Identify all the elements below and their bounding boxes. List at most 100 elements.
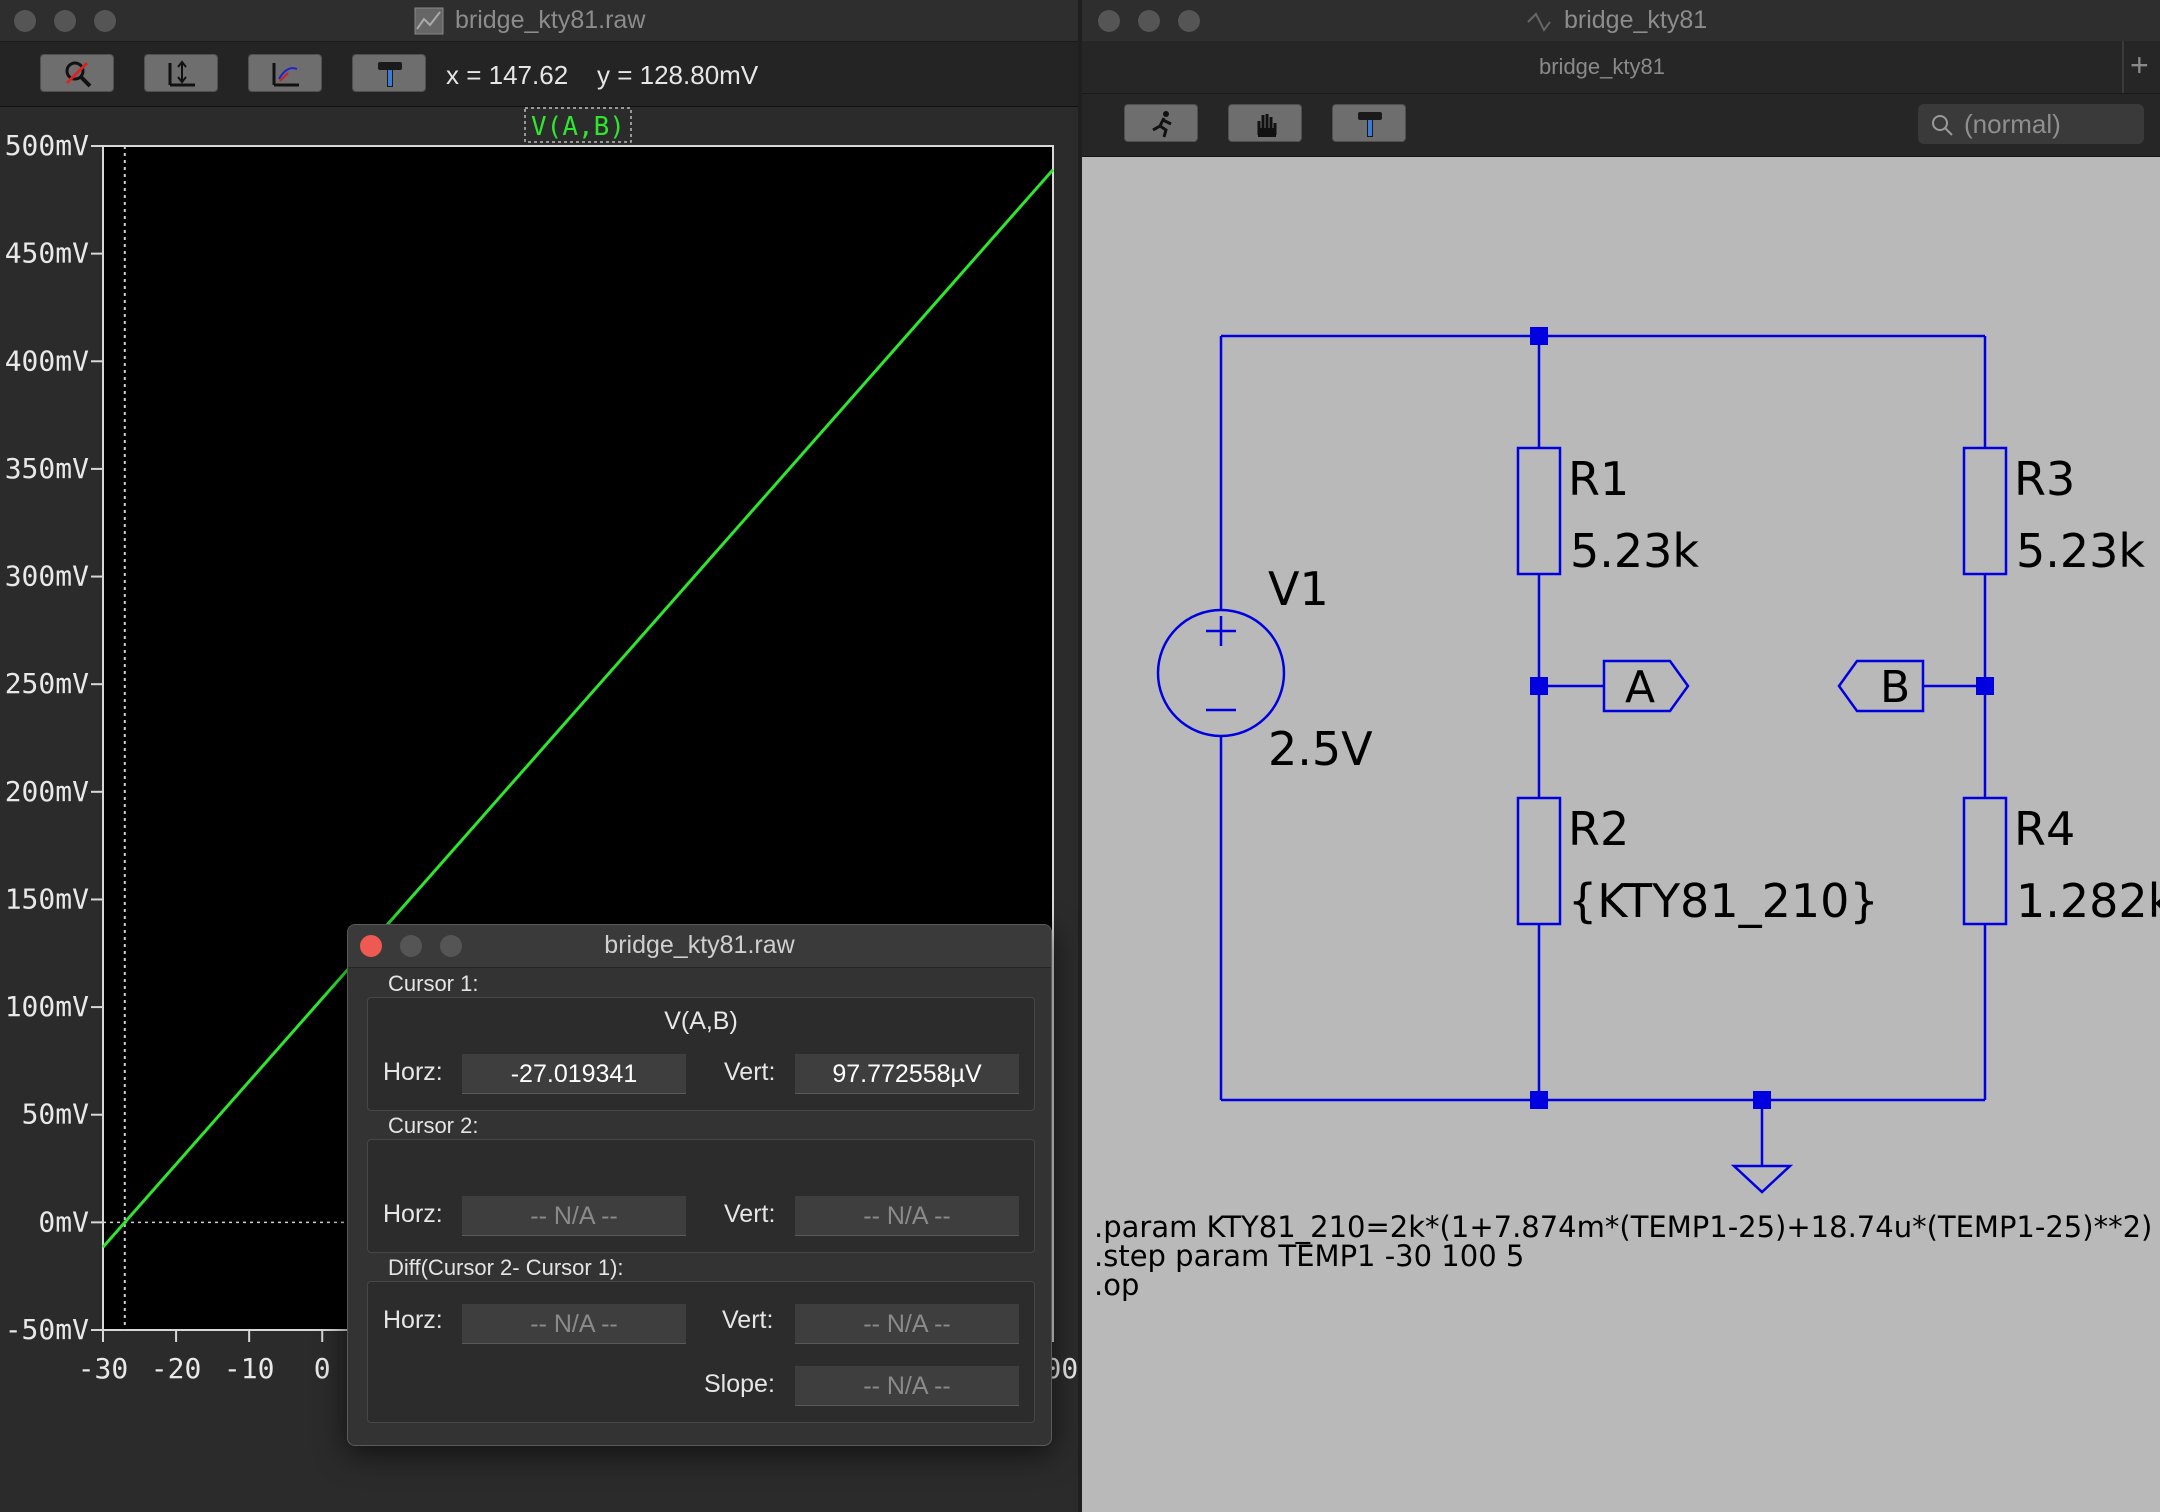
schematic-window-title: bridge_kty81 [1564, 6, 1708, 34]
cursor1-horz-field[interactable]: -27.019341 [462, 1054, 686, 1094]
diff-slope-field[interactable]: -- N/A -- [795, 1366, 1019, 1406]
r3-value[interactable]: 5.23k [2016, 524, 2145, 578]
schematic-toolbar: (normal) [1082, 94, 2160, 157]
r3-ref[interactable]: R3 [2014, 452, 2075, 506]
spice-directive-step[interactable]: .step param TEMP1 -30 100 5 [1094, 1242, 1524, 1271]
zoom-button[interactable] [94, 10, 116, 32]
cursor-dialog: bridge_kty81.raw Cursor 1: V(A,B) Horz: … [347, 924, 1052, 1446]
hand-button[interactable] [1228, 104, 1302, 142]
diff-slope-label: Slope: [704, 1370, 775, 1398]
close-button[interactable] [1098, 10, 1120, 32]
zoom-button[interactable] [1178, 10, 1200, 32]
cursor1-section-label: Cursor 1: [388, 971, 479, 996]
close-button[interactable] [14, 10, 36, 32]
search-placeholder: (normal) [1964, 109, 2061, 139]
window-title: bridge_kty81.raw [455, 6, 646, 34]
cursor-y-readout: y = 128.80mV [597, 60, 759, 90]
diff-group: Horz: -- N/A -- Vert: -- N/A -- Slope: -… [367, 1281, 1035, 1423]
cursor1-vert-label: Vert: [724, 1058, 776, 1086]
waveform-titlebar: bridge_kty81.raw [0, 0, 1078, 42]
net-label-b[interactable]: B [1880, 662, 1910, 713]
run-button[interactable] [1124, 104, 1198, 142]
hammer-icon [378, 62, 402, 87]
cursor2-group: Horz: -- N/A -- Vert: -- N/A -- [367, 1139, 1035, 1253]
r1-value[interactable]: 5.23k [1570, 524, 1699, 578]
waveform-file-icon [414, 7, 444, 35]
voltage-source-v1[interactable] [1156, 608, 1286, 738]
run-icon [1152, 111, 1172, 138]
cursor1-vert-field[interactable]: 97.772558µV [795, 1054, 1019, 1094]
v1-ref[interactable]: V1 [1268, 562, 1329, 616]
tab-bridge-kty81[interactable]: bridge_kty81 [1082, 54, 2122, 80]
schematic-file-icon [1527, 12, 1551, 32]
junction-dot [1530, 327, 1548, 345]
trace-label[interactable]: V(A,B) [531, 112, 625, 142]
new-tab-button[interactable]: + [2130, 47, 2149, 84]
cursor1-horz-label: Horz: [383, 1058, 443, 1086]
resistor-r4[interactable] [1962, 796, 2008, 926]
x-tick-label: -20 [151, 1352, 202, 1385]
search-input[interactable]: (normal) [1918, 104, 2144, 144]
settings-button[interactable] [352, 54, 426, 92]
diff-vert-field[interactable]: -- N/A -- [795, 1304, 1019, 1344]
cursor-x-readout: x = 147.62 [446, 60, 569, 90]
r4-ref[interactable]: R4 [2014, 802, 2075, 856]
ground-symbol[interactable] [1730, 1164, 1794, 1194]
r1-ref[interactable]: R1 [1568, 452, 1629, 506]
y-tick-label: 450mV [5, 237, 89, 270]
resistor-r3[interactable] [1962, 446, 2008, 576]
y-tick-label: 100mV [5, 990, 89, 1023]
resistor-r1[interactable] [1516, 446, 1562, 576]
v1-value[interactable]: 2.5V [1268, 722, 1373, 776]
y-tick-label: 50mV [22, 1098, 90, 1131]
cursor1-group: V(A,B) Horz: -27.019341 Vert: 97.772558µ… [367, 997, 1035, 1111]
x-tick-label: -10 [224, 1352, 275, 1385]
search-icon [1932, 115, 1953, 136]
r2-ref[interactable]: R2 [1568, 802, 1629, 856]
junction-dot [1753, 1091, 1771, 1109]
junction-dot [1976, 677, 1994, 695]
cursor-dialog-title: bridge_kty81.raw [604, 931, 795, 959]
cursor-dialog-titlebar: bridge_kty81.raw [348, 925, 1051, 968]
waveform-toolbar: x = 147.62 y = 128.80mV [0, 42, 1078, 107]
x-tick-label: -30 [78, 1352, 129, 1385]
settings-button[interactable] [1332, 104, 1406, 142]
autorange-button[interactable] [144, 54, 218, 92]
minimize-button[interactable] [54, 10, 76, 32]
diff-section-label: Diff(Cursor 2- Cursor 1): [388, 1255, 624, 1280]
junctions [1530, 327, 1994, 1109]
cursor2-horz-label: Horz: [383, 1200, 443, 1228]
x-tick-label: 0 [314, 1352, 331, 1385]
resistor-r2[interactable] [1516, 796, 1562, 926]
schematic-canvas[interactable]: V1 2.5V R1 5.23k R2 {KTY81_210} R3 5.23k… [1082, 156, 2160, 1512]
y-tick-label: 150mV [5, 882, 89, 915]
waveform-window: bridge_kty81.raw x = 147.62 y = 128.80mV… [0, 0, 1078, 1512]
spice-directive-op[interactable]: .op [1094, 1271, 1139, 1300]
pan-icon [272, 63, 299, 87]
r2-value[interactable]: {KTY81_210} [1568, 874, 1879, 928]
schematic-titlebar: bridge_kty81 [1082, 0, 2160, 42]
diff-horz-field[interactable]: -- N/A -- [462, 1304, 686, 1344]
cursor2-vert-field[interactable]: -- N/A -- [795, 1196, 1019, 1236]
hand-icon [1257, 114, 1277, 137]
cursor2-horz-field[interactable]: -- N/A -- [462, 1196, 686, 1236]
schematic-tabbar: bridge_kty81 + [1082, 41, 2160, 94]
hammer-icon [1358, 112, 1382, 137]
minimize-button[interactable] [1138, 10, 1160, 32]
net-label-a[interactable]: A [1625, 662, 1655, 713]
y-tick-label: 200mV [5, 775, 89, 808]
cursor1-trace-name: V(A,B) [664, 1007, 738, 1035]
tab-divider [2122, 41, 2124, 93]
r4-value[interactable]: 1.282k [2016, 874, 2160, 928]
cursor2-section-label: Cursor 2: [388, 1113, 479, 1138]
pan-button[interactable] [248, 54, 322, 92]
y-tick-label: -50mV [5, 1313, 89, 1346]
y-tick-label: 400mV [5, 344, 89, 377]
zoom-cancel-button[interactable] [40, 54, 114, 92]
cursor2-vert-label: Vert: [724, 1200, 776, 1228]
junction-dot [1530, 1091, 1548, 1109]
y-tick-label: 300mV [5, 560, 89, 593]
autorange-icon [168, 60, 195, 87]
spice-directive-param[interactable]: .param KTY81_210=2k*(1+7.874m*(TEMP1-25)… [1094, 1213, 2152, 1242]
diff-vert-label: Vert: [722, 1306, 774, 1334]
